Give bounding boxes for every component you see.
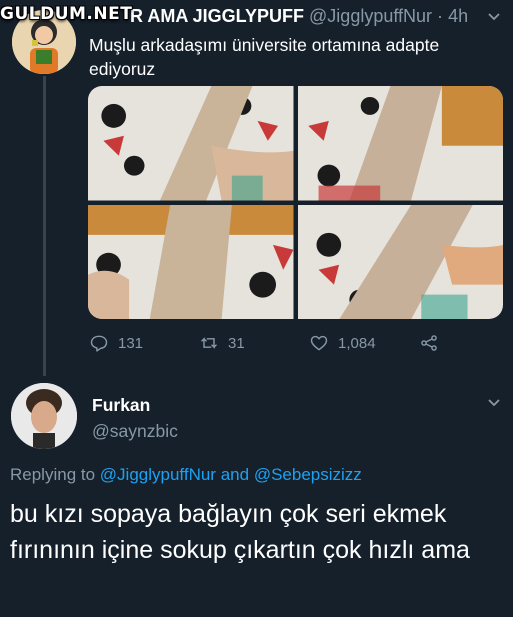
avatar[interactable]	[11, 383, 77, 449]
reply-text: bu kızı sopaya bağlayın çok seri ekmek f…	[10, 500, 470, 564]
share-icon	[421, 335, 437, 351]
reply-icon	[90, 335, 108, 352]
tweet-text: Muşlu arkadaşımı üniversite ortamına ada…	[89, 35, 440, 79]
replying-to-line: Replying to @JigglypuffNur and @Sebepsiz…	[10, 465, 362, 485]
chevron-down-icon[interactable]	[486, 394, 502, 410]
replying-to-label: Replying to	[10, 465, 96, 484]
username-handle[interactable]: @JigglypuffNur	[309, 6, 432, 26]
photo-1[interactable]	[88, 86, 294, 201]
share-button[interactable]	[419, 333, 448, 353]
retweet-button[interactable]: 31	[199, 333, 245, 353]
like-count: 1,084	[338, 334, 376, 352]
media-grid[interactable]	[88, 86, 503, 319]
like-button[interactable]: 1,084	[309, 333, 376, 353]
reply-display-name[interactable]: Furkan	[92, 395, 150, 416]
replying-to-and[interactable]: and	[221, 465, 249, 484]
tweet-timestamp[interactable]: 4h	[448, 6, 468, 26]
thread-connector-line	[43, 76, 46, 376]
replying-to-user-link[interactable]: @Sebepsizizz	[254, 465, 362, 484]
retweet-icon	[201, 337, 217, 349]
heart-icon	[310, 335, 328, 351]
photo-2[interactable]	[297, 86, 503, 201]
site-watermark: GULDUM.NET	[0, 4, 133, 24]
tweet-actions: 131 31 1,084	[89, 333, 449, 357]
header-separator: ·	[437, 6, 444, 26]
retweet-count: 31	[228, 334, 245, 352]
display-name[interactable]: R AMA JIGGLYPUFF	[130, 6, 304, 26]
reply-username-handle[interactable]: @saynzbic	[92, 421, 178, 442]
photo-4[interactable]	[297, 204, 503, 319]
reply-button[interactable]: 131	[89, 333, 143, 353]
replying-to-user-link[interactable]: @JigglypuffNur	[100, 465, 216, 484]
reply-count: 131	[118, 334, 144, 352]
tweet-header: R AMA JIGGLYPUFF @JigglypuffNur · 4h	[130, 6, 468, 27]
photo-3[interactable]	[88, 204, 294, 319]
chevron-down-icon[interactable]	[486, 8, 502, 24]
